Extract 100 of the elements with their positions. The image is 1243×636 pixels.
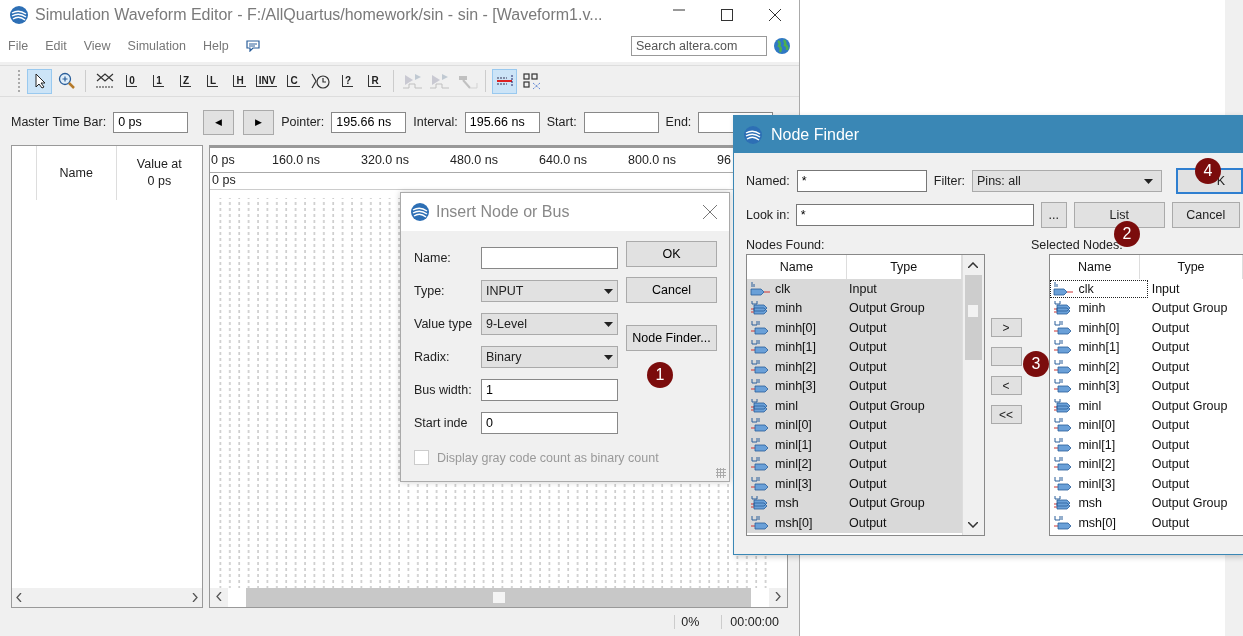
- dialog-title: Insert Node or Bus: [436, 203, 571, 221]
- field-label: Name:: [414, 251, 452, 265]
- scroll-up-icon[interactable]: [968, 262, 978, 268]
- transfer-button[interactable]: <: [990, 376, 1022, 395]
- node-row[interactable]: clk Input: [747, 279, 962, 299]
- pointer-icon[interactable]: [27, 68, 52, 94]
- node-name: minl[3]: [1078, 476, 1116, 491]
- node-row[interactable]: minl[1] Output: [1050, 435, 1243, 455]
- wave-tool-button[interactable]: 0: [119, 68, 144, 94]
- ok-button[interactable]: OK: [626, 241, 717, 267]
- input-field[interactable]: 195.66 ns: [331, 111, 407, 133]
- node-finder-button[interactable]: Node Finder...: [626, 325, 717, 351]
- wave-tool-button[interactable]: ?: [335, 68, 360, 94]
- node-row[interactable]: msh[0] Output: [1050, 513, 1243, 533]
- close-icon[interactable]: [769, 9, 781, 21]
- menu-item[interactable]: File: [8, 39, 29, 53]
- vertical-scrollbar[interactable]: [964, 275, 982, 360]
- chat-bubble-icon[interactable]: [245, 40, 260, 52]
- dropdown[interactable]: Binary: [481, 346, 618, 368]
- search-field[interactable]: Search altera.com: [631, 36, 767, 56]
- menu-item[interactable]: Help: [202, 39, 229, 53]
- wave-tool-button[interactable]: Z: [173, 68, 198, 94]
- output-bus-icon: [750, 495, 770, 512]
- field-label: Value type: [414, 317, 474, 331]
- wave-tool-button[interactable]: H: [227, 68, 252, 94]
- node-row[interactable]: minh[2] Output: [747, 357, 962, 377]
- node-row[interactable]: minl[0] Output: [747, 415, 962, 435]
- node-name: minh[1]: [1078, 340, 1120, 355]
- node-row[interactable]: minh[1] Output: [747, 337, 962, 357]
- node-row[interactable]: minl[3] Output: [1050, 474, 1243, 494]
- browse-button[interactable]: ...: [1040, 202, 1067, 228]
- node-row[interactable]: msh[0] Output: [747, 513, 962, 533]
- node-row[interactable]: minh[2] Output: [1050, 357, 1243, 377]
- wave-tool-button[interactable]: 1: [146, 68, 171, 94]
- column-header[interactable]: Type: [1140, 255, 1243, 279]
- caret-icon: [604, 288, 613, 294]
- dropdown[interactable]: INPUT: [481, 280, 618, 302]
- node-row[interactable]: clk Input: [1050, 279, 1243, 299]
- next-button[interactable]: ▶: [243, 109, 275, 135]
- column-header[interactable]: Value at 0 ps: [133, 146, 185, 200]
- node-row[interactable]: minl[2] Output: [747, 454, 962, 474]
- transfer-button[interactable]: <<: [990, 405, 1022, 424]
- input-field[interactable]: 0: [481, 412, 618, 434]
- input-field[interactable]: *: [796, 170, 927, 192]
- node-row[interactable]: minh[3] Output: [747, 376, 962, 396]
- menu-item[interactable]: View: [83, 39, 111, 53]
- node-row[interactable]: minh Output Group: [1050, 298, 1243, 318]
- output-pin-icon: [750, 436, 770, 453]
- scroll-left-icon[interactable]: [16, 593, 22, 602]
- wave-tool-button[interactable]: L: [200, 68, 225, 94]
- node-name: minh[3]: [775, 379, 816, 394]
- input-field[interactable]: *: [795, 204, 1034, 226]
- node-row[interactable]: minl Output Group: [1050, 396, 1243, 416]
- wave-tool-button[interactable]: C: [281, 68, 306, 94]
- ruler-tick-label: 160.0 ns: [272, 153, 320, 167]
- dropdown[interactable]: 9-Level: [481, 313, 618, 335]
- node-row[interactable]: minh[3] Output: [1050, 376, 1243, 396]
- node-row[interactable]: minl[3] Output: [747, 474, 962, 494]
- field-label: Radix:: [414, 350, 451, 364]
- node-row[interactable]: minh[0] Output: [747, 318, 962, 338]
- node-name: minh[0]: [1078, 320, 1120, 335]
- node-row[interactable]: minh Output Group: [747, 298, 962, 318]
- node-row[interactable]: minl Output Group: [747, 396, 962, 416]
- dialog-button[interactable]: List: [1073, 202, 1165, 228]
- node-name: minl[0]: [775, 418, 812, 433]
- cancel-button[interactable]: Cancel: [626, 277, 717, 303]
- menu-item[interactable]: Simulation: [127, 39, 186, 53]
- input-field[interactable]: 195.66 ns: [464, 111, 540, 133]
- node-row[interactable]: minl[0] Output: [1050, 415, 1243, 435]
- dialog-button[interactable]: Cancel: [1171, 202, 1240, 228]
- dropdown[interactable]: Pins: all: [972, 170, 1162, 192]
- scroll-down-icon[interactable]: [968, 522, 978, 528]
- node-row[interactable]: minl[1] Output: [747, 435, 962, 455]
- field-label: Type:: [414, 284, 446, 298]
- node-row[interactable]: msh Output Group: [1050, 493, 1243, 513]
- input-field[interactable]: [583, 111, 659, 133]
- scroll-right-icon[interactable]: [775, 592, 781, 601]
- node-row[interactable]: minh[1] Output: [1050, 337, 1243, 357]
- input-field[interactable]: [481, 247, 618, 269]
- menu-item[interactable]: Edit: [45, 39, 67, 53]
- node-row[interactable]: msh Output Group: [747, 493, 962, 513]
- previous-button[interactable]: ◀: [203, 109, 235, 135]
- maximize-icon[interactable]: [721, 9, 733, 21]
- transfer-button[interactable]: >: [990, 318, 1022, 337]
- node-row[interactable]: minl[2] Output: [1050, 454, 1243, 474]
- node-row[interactable]: minh[0] Output: [1050, 318, 1243, 338]
- scroll-right-icon[interactable]: [192, 593, 198, 602]
- input-field[interactable]: 1: [481, 379, 618, 401]
- column-header[interactable]: Name: [1050, 255, 1141, 279]
- node-type: Output: [1151, 418, 1191, 433]
- section-label: Nodes Found:: [746, 238, 826, 252]
- resize-grip[interactable]: [716, 468, 726, 478]
- scroll-left-icon[interactable]: [216, 592, 222, 601]
- wave-tool-button[interactable]: R: [362, 68, 387, 94]
- globe-icon[interactable]: [773, 37, 791, 55]
- wave-tool-button[interactable]: INV: [254, 68, 279, 94]
- horizontal-scrollbar[interactable]: [246, 588, 751, 607]
- node-name: minl[2]: [1078, 457, 1116, 472]
- input-field[interactable]: 0 ps: [113, 111, 189, 133]
- node-name: minl[0]: [1078, 418, 1116, 433]
